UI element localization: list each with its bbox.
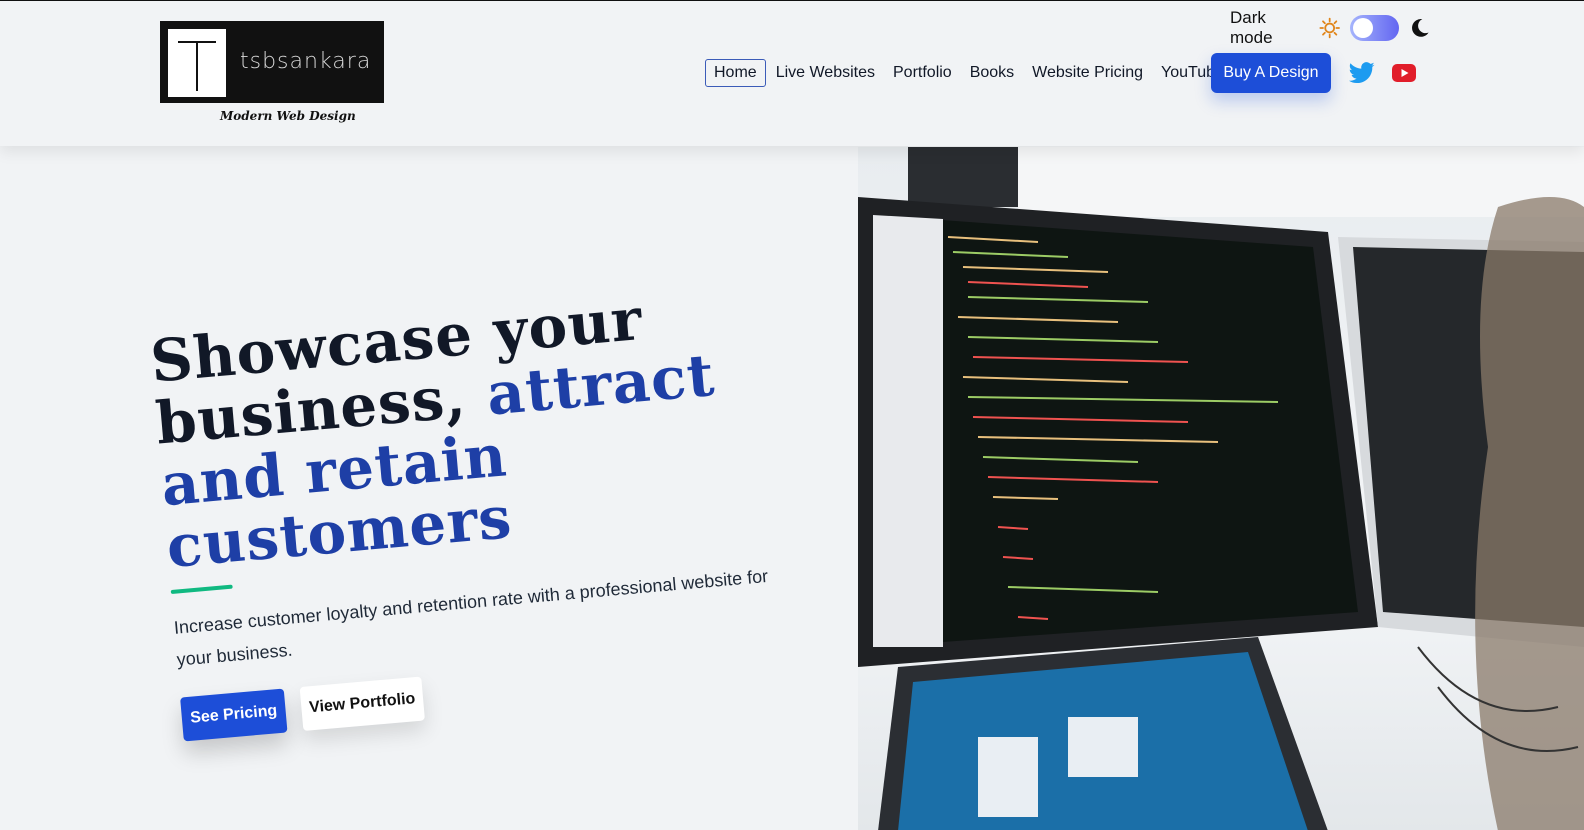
nav-item-website-pricing[interactable]: Website Pricing (1024, 60, 1151, 86)
nav-item-home[interactable]: Home (705, 59, 766, 87)
view-portfolio-button[interactable]: View Portfolio (299, 676, 425, 731)
hero-image (858, 147, 1584, 830)
main-nav: Home Live Websites Portfolio Books Websi… (705, 53, 1234, 93)
site-header: tsbsankara Modern Web Design Dark mode H… (0, 1, 1584, 146)
dark-mode-toggle[interactable]: Dark mode (1230, 8, 1430, 47)
headline-underline (170, 584, 233, 594)
sun-icon (1319, 17, 1340, 39)
nav-item-books[interactable]: Books (962, 60, 1022, 86)
site-logo[interactable]: tsbsankara Modern Web Design (160, 21, 384, 131)
logo-tagline: Modern Web Design (220, 109, 356, 123)
nav-item-portfolio[interactable]: Portfolio (885, 60, 960, 86)
nav-item-live-websites[interactable]: Live Websites (768, 60, 883, 86)
dark-mode-switch[interactable] (1350, 15, 1399, 41)
see-pricing-button[interactable]: See Pricing (180, 688, 288, 742)
youtube-icon[interactable] (1392, 63, 1416, 83)
monitors-illustration (858, 147, 1584, 830)
logo-wordmark: tsbsankara (240, 49, 372, 74)
twitter-icon[interactable] (1349, 61, 1375, 85)
logo-box: tsbsankara (160, 21, 384, 103)
logo-t-mark (166, 27, 228, 99)
hero-headline: Showcase your business, attract and reta… (148, 278, 777, 581)
buy-a-design-button[interactable]: Buy A Design (1211, 53, 1331, 93)
hero-copy: Showcase your business, attract and reta… (148, 278, 792, 742)
dark-mode-label: Dark mode (1230, 8, 1273, 47)
moon-icon (1411, 18, 1429, 37)
